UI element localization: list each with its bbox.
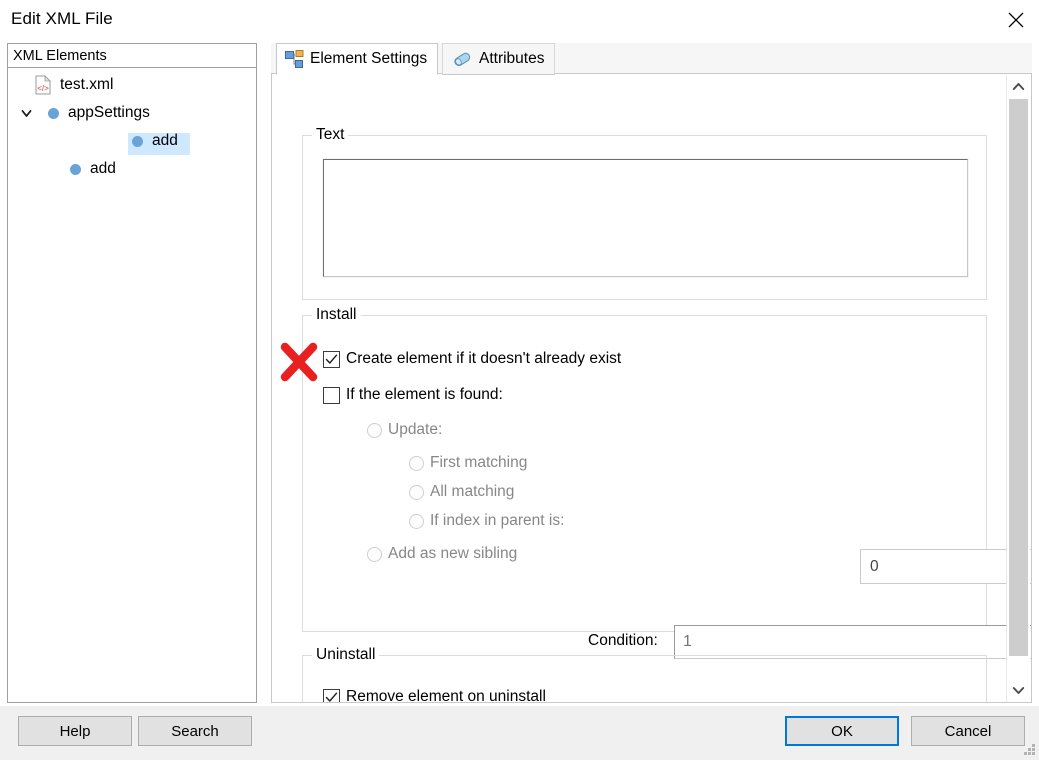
tree-node-label: add xyxy=(152,132,178,149)
install-group: Install Create element if it doesn't alr… xyxy=(302,306,987,632)
tree-node-list[interactable]: </> test.xml appSettings add add xyxy=(8,68,256,183)
radio-circle xyxy=(409,484,424,500)
tree-node-appsettings[interactable]: appSettings xyxy=(8,99,256,127)
checkmark-icon xyxy=(325,692,338,702)
chevron-up-icon xyxy=(1012,83,1025,90)
radio-add-as-new-sibling[interactable]: Add as new sibling xyxy=(367,545,517,563)
xml-file-icon: </> xyxy=(35,75,51,95)
uninstall-group-title: Uninstall xyxy=(312,646,380,664)
tree-node-label: add xyxy=(90,160,116,177)
node-dot-icon xyxy=(48,107,59,119)
checkbox-if-element-found[interactable]: If the element is found: xyxy=(323,386,503,404)
text-group-title: Text xyxy=(312,126,349,144)
radio-circle xyxy=(409,513,424,529)
radio-circle xyxy=(367,422,382,438)
checkbox-label: Remove element on uninstall xyxy=(346,688,546,703)
tab-strip: Element Settings Attributes xyxy=(271,43,1032,75)
checkbox-box xyxy=(323,386,340,404)
close-button[interactable] xyxy=(993,0,1039,40)
svg-text:</>: </> xyxy=(37,84,49,93)
element-tree-icon xyxy=(285,49,304,69)
element-settings-content: Text Install Create element if it doesn'… xyxy=(271,74,1032,703)
settings-panel: Element Settings Attributes Text Install… xyxy=(271,43,1032,703)
edit-xml-file-dialog: Edit XML File XML Elements </> test.xml … xyxy=(0,0,1039,760)
content-vertical-scrollbar[interactable] xyxy=(1006,75,1030,702)
checkbox-box xyxy=(323,350,340,368)
radio-all-matching[interactable]: All matching xyxy=(409,483,514,501)
install-group-title: Install xyxy=(312,306,361,324)
checkbox-remove-element-on-uninstall[interactable]: Remove element on uninstall xyxy=(323,688,546,703)
resize-grip-icon[interactable] xyxy=(1022,743,1036,757)
window-title: Edit XML File xyxy=(11,9,113,28)
tree-node-label: appSettings xyxy=(68,104,150,121)
radio-label: Update: xyxy=(388,421,443,438)
uninstall-group: Uninstall Remove element on uninstall xyxy=(302,646,987,703)
tab-attributes[interactable]: Attributes xyxy=(442,43,556,75)
ok-button[interactable]: OK xyxy=(785,716,899,746)
tree-node-test-xml[interactable]: </> test.xml xyxy=(8,71,256,99)
tree-node-add[interactable]: add xyxy=(8,155,256,183)
tab-label: Attributes xyxy=(479,50,545,67)
checkbox-label: Create element if it doesn't already exi… xyxy=(346,350,622,367)
scroll-up-button[interactable] xyxy=(1007,75,1030,98)
radio-index-in-parent[interactable]: If index in parent is: xyxy=(409,512,564,530)
checkmark-icon xyxy=(325,354,338,364)
scrollbar-thumb[interactable] xyxy=(1009,99,1028,656)
condition-label: Condition: xyxy=(588,632,658,649)
expander-toggle-appsettings[interactable] xyxy=(16,103,36,123)
radio-label: First matching xyxy=(430,454,528,471)
radio-update[interactable]: Update: xyxy=(367,421,442,439)
tree-column-header: XML Elements xyxy=(8,43,256,68)
node-dot-icon xyxy=(70,163,81,175)
text-input[interactable] xyxy=(322,158,969,278)
help-button[interactable]: Help xyxy=(18,716,132,746)
radio-first-matching[interactable]: First matching xyxy=(409,454,527,472)
close-icon xyxy=(1008,12,1024,28)
search-button[interactable]: Search xyxy=(138,716,252,746)
checkbox-label: If the element is found: xyxy=(346,386,503,403)
cancel-button[interactable]: Cancel xyxy=(911,716,1025,746)
chevron-down-icon xyxy=(1012,687,1025,694)
chevron-down-icon xyxy=(21,109,31,117)
radio-label: All matching xyxy=(430,483,515,500)
attribute-pill-icon xyxy=(451,50,473,68)
radio-label: If index in parent is: xyxy=(430,512,565,529)
condition-field-wrap: ... xyxy=(674,625,1031,659)
title-bar: Edit XML File xyxy=(0,0,1039,40)
checkbox-box xyxy=(323,688,340,702)
tab-element-settings[interactable]: Element Settings xyxy=(276,43,439,75)
node-dot-icon xyxy=(132,135,143,147)
text-group: Text xyxy=(302,126,987,300)
radio-circle xyxy=(367,546,382,562)
tree-node-label: test.xml xyxy=(60,76,114,93)
radio-circle xyxy=(409,455,424,471)
condition-input[interactable] xyxy=(675,626,1031,658)
tab-label: Element Settings xyxy=(310,50,428,67)
xml-elements-tree-panel: XML Elements </> test.xml appSettings ad… xyxy=(7,43,257,703)
dialog-body: XML Elements </> test.xml appSettings ad… xyxy=(0,40,1039,706)
scroll-down-button[interactable] xyxy=(1007,679,1030,702)
radio-label: Add as new sibling xyxy=(388,545,518,562)
checkbox-create-element[interactable]: Create element if it doesn't already exi… xyxy=(323,350,621,368)
tree-node-add-selected[interactable]: add xyxy=(8,127,256,155)
